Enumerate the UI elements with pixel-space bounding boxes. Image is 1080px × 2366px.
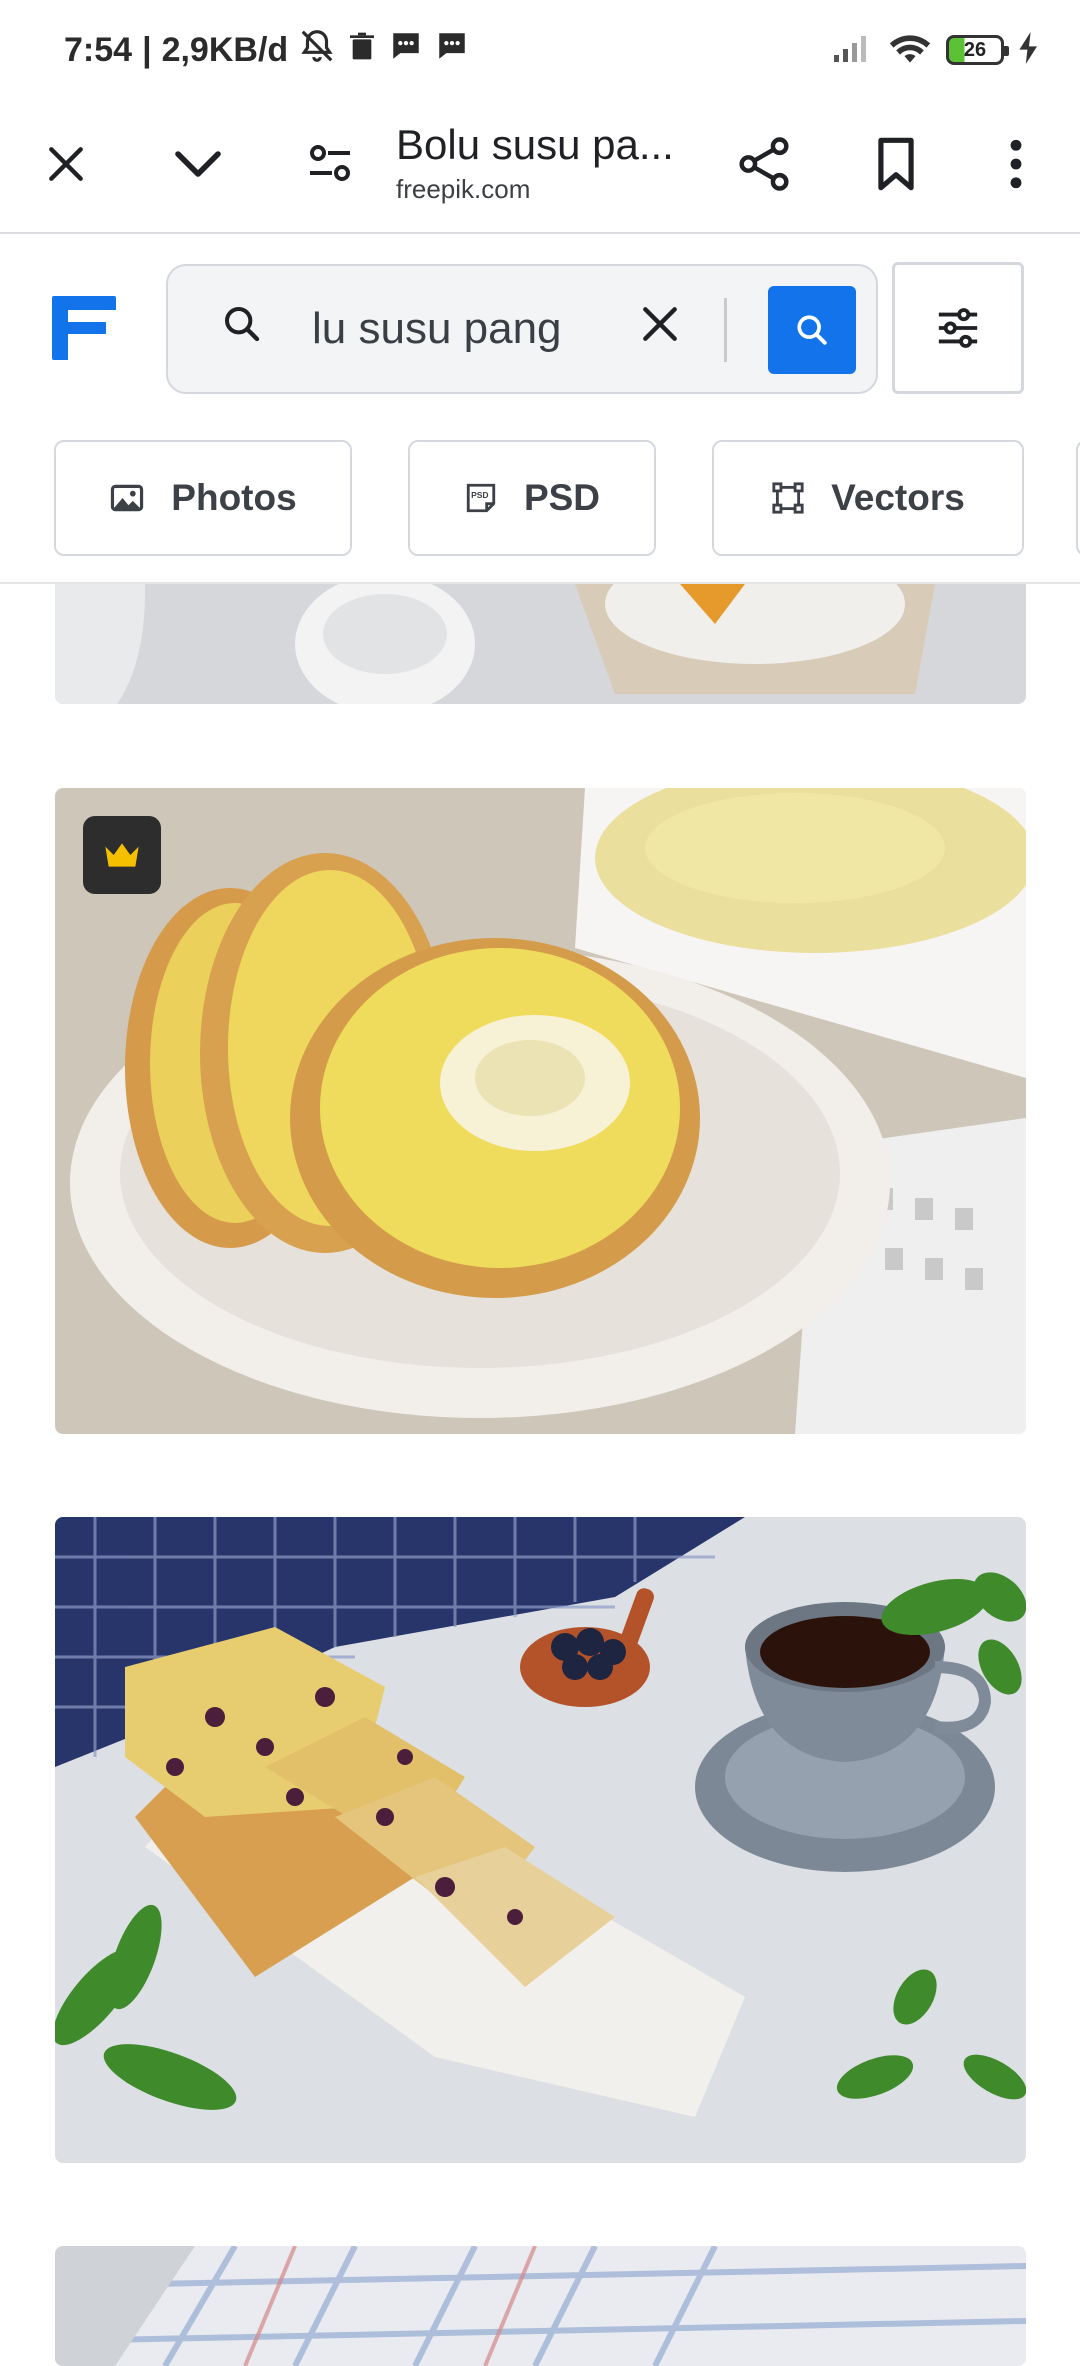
chip-psd-label: PSD: [523, 477, 601, 518]
chip-photos[interactable]: Photos: [54, 440, 352, 556]
filters-icon: [938, 308, 978, 348]
status-left: 7:54 | 2,9KB/d: [64, 20, 470, 80]
premium-badge: [83, 816, 161, 894]
result-image-2[interactable]: [55, 788, 1026, 1434]
tab-domain: freepik.com: [396, 174, 531, 204]
svg-text:PSD: PSD: [471, 490, 488, 500]
close-tab-button[interactable]: [22, 120, 110, 208]
more-options-button[interactable]: [972, 120, 1060, 208]
message-icon: [434, 29, 470, 72]
message-icon: [388, 29, 424, 72]
clear-icon: [643, 307, 677, 341]
page-settings-icon: [310, 145, 350, 181]
share-icon: [739, 137, 789, 191]
result-image-4[interactable]: [55, 2246, 1026, 2366]
search-input[interactable]: [312, 296, 582, 362]
chevron-down-icon: [175, 151, 221, 177]
share-button[interactable]: [720, 120, 808, 208]
status-separator: |: [142, 30, 152, 69]
filters-button[interactable]: [892, 262, 1024, 394]
wifi-icon: [888, 31, 932, 70]
photo-icon: [111, 484, 144, 512]
psd-icon: PSD: [466, 483, 496, 513]
freepik-logo[interactable]: [52, 296, 118, 360]
battery-icon: 26: [946, 35, 1009, 65]
battery-level: 26: [963, 38, 987, 61]
bookmark-icon: [878, 137, 914, 191]
tab-title: Bolu susu pa...: [396, 121, 674, 168]
bell-off-icon: [298, 27, 336, 74]
bookmark-button[interactable]: [852, 120, 940, 208]
vector-icon: [772, 482, 804, 514]
result-image-1[interactable]: [55, 584, 1026, 704]
chip-photos-label: Photos: [171, 477, 297, 518]
search-icon: [222, 304, 272, 354]
more-vert-icon: [1010, 139, 1022, 189]
minimize-tab-button[interactable]: [154, 120, 242, 208]
search-box: [166, 264, 878, 394]
status-time: 7:54: [64, 30, 133, 69]
page-settings-button[interactable]: [286, 120, 374, 208]
site-header: Photos PSD PSD Vectors: [0, 234, 1080, 584]
status-right: 26: [832, 20, 1040, 80]
trash-icon: [346, 29, 378, 72]
close-icon: [49, 147, 83, 181]
clear-search-button[interactable]: [638, 302, 694, 358]
search-divider: [724, 298, 727, 362]
search-submit-icon: [797, 315, 827, 345]
signal-icon: [832, 33, 874, 68]
custom-tab-toolbar: Bolu susu pa... freepik.com: [0, 96, 1080, 234]
chip-vectors[interactable]: Vectors: [712, 440, 1024, 556]
status-network-speed: 2,9KB/d: [161, 30, 289, 69]
result-image-3[interactable]: [55, 1517, 1026, 2163]
status-bar: 7:54 | 2,9KB/d 26: [0, 0, 1080, 96]
crown-icon: [105, 843, 139, 867]
tab-title-block[interactable]: Bolu susu pa... freepik.com: [396, 112, 716, 222]
charging-icon: [1018, 31, 1040, 69]
chip-psd[interactable]: PSD PSD: [408, 440, 656, 556]
chip-vectors-label: Vectors: [831, 477, 965, 518]
chip-partial-next[interactable]: [1076, 440, 1080, 556]
search-submit-button[interactable]: [768, 286, 856, 374]
